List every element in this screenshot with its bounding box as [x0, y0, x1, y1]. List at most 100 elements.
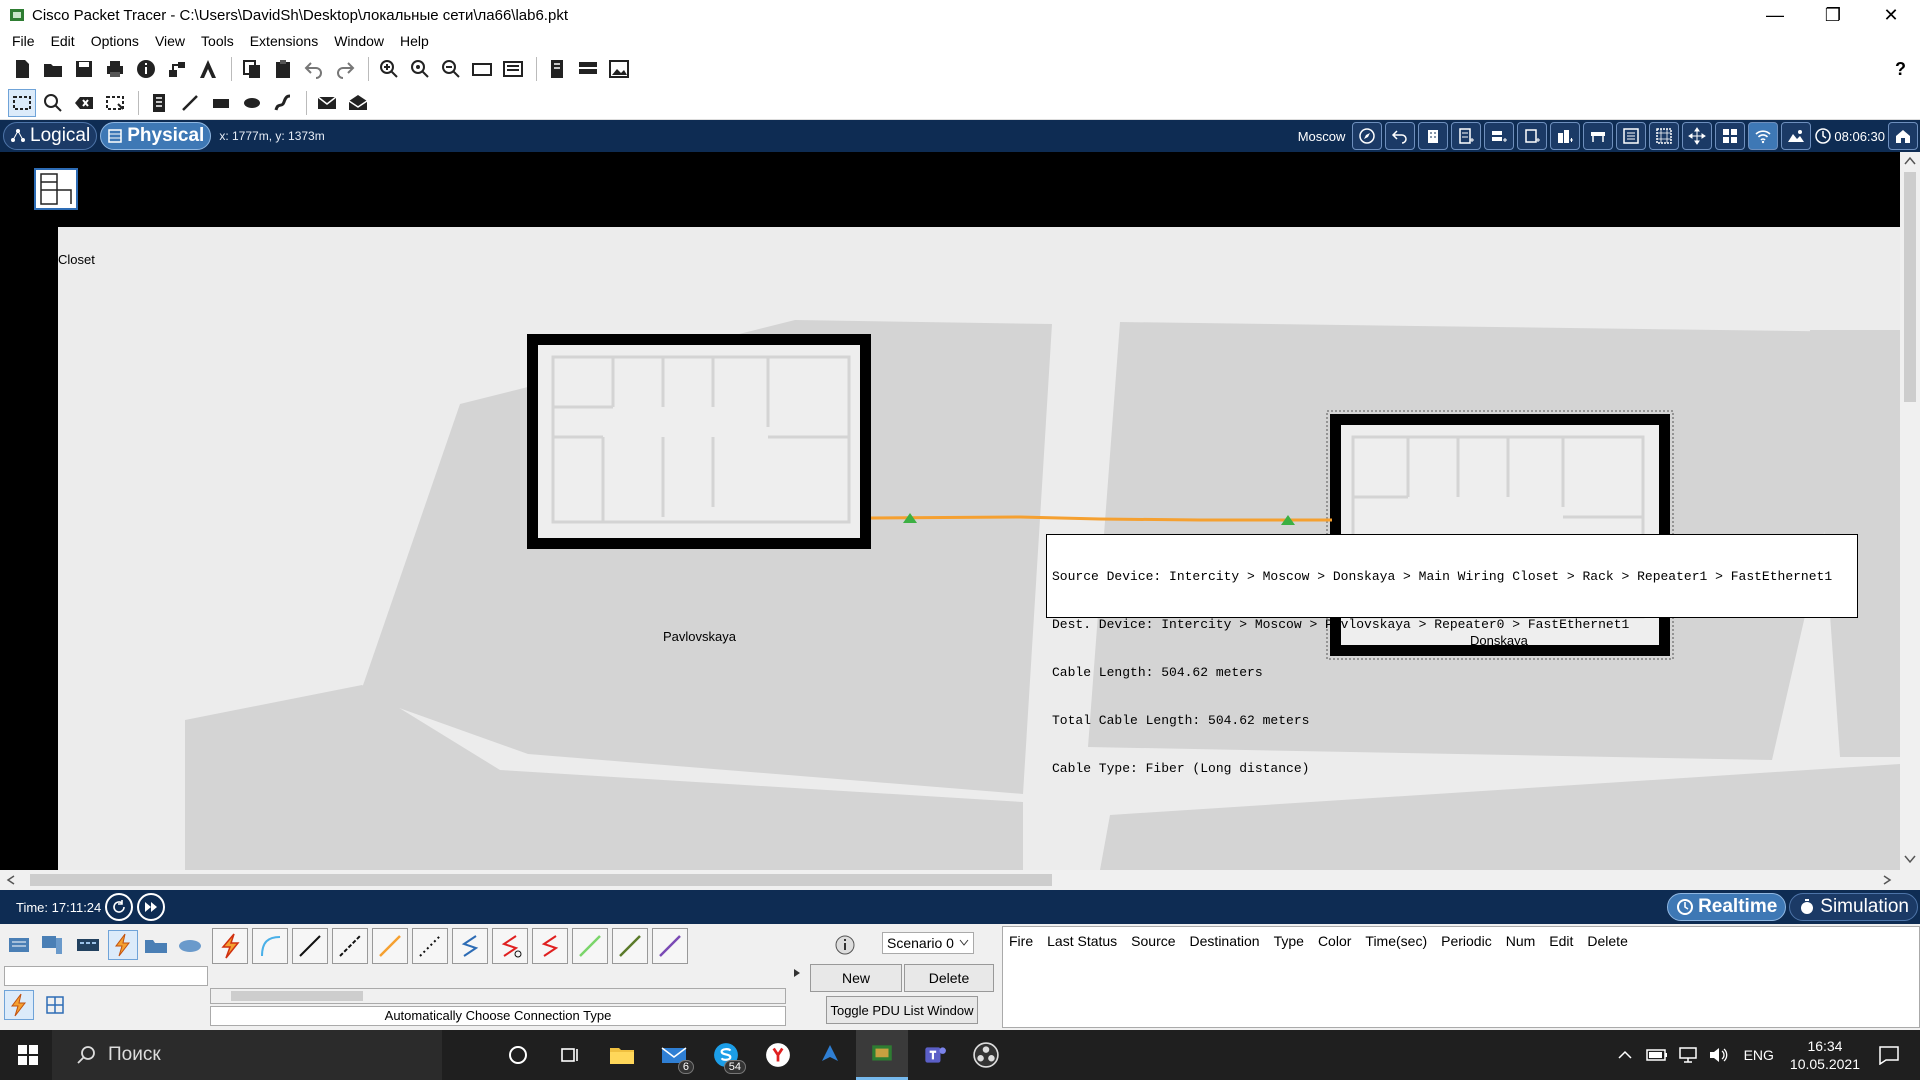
- undo-icon[interactable]: [300, 55, 328, 83]
- input-language[interactable]: ENG: [1744, 1047, 1774, 1063]
- cortana-icon[interactable]: [492, 1030, 544, 1080]
- menu-tools[interactable]: Tools: [193, 33, 242, 49]
- toggle-pdu-list-button[interactable]: Toggle PDU List Window: [826, 996, 978, 1024]
- octal-cable-button[interactable]: [572, 928, 608, 964]
- new-table-icon[interactable]: [1583, 122, 1614, 150]
- task-view-icon[interactable]: [544, 1030, 596, 1080]
- scroll-left-icon[interactable]: [6, 875, 16, 885]
- horizontal-scrollbar[interactable]: [0, 870, 1900, 890]
- file-explorer-icon[interactable]: [596, 1030, 648, 1080]
- minimize-button[interactable]: —: [1746, 0, 1804, 30]
- notification-center-icon[interactable]: [1878, 1045, 1900, 1065]
- new-generic-container-icon[interactable]: [1517, 122, 1548, 150]
- zoom-out-icon[interactable]: [437, 55, 465, 83]
- place-note-icon[interactable]: [145, 89, 173, 117]
- new-file-icon[interactable]: [8, 55, 36, 83]
- simulation-mode-button[interactable]: Simulation: [1789, 893, 1918, 921]
- new-building-icon[interactable]: [1418, 122, 1449, 150]
- coaxial-cable-button[interactable]: [452, 928, 488, 964]
- open-folder-icon[interactable]: [39, 55, 67, 83]
- menu-options[interactable]: Options: [83, 33, 147, 49]
- power-cycle-devices-button[interactable]: [105, 893, 134, 921]
- new-closet-icon[interactable]: [1484, 122, 1515, 150]
- delete-tool-icon[interactable]: [70, 89, 98, 117]
- move-icon[interactable]: [1682, 122, 1713, 150]
- phone-cable-button[interactable]: [412, 928, 448, 964]
- scenario-select[interactable]: Scenario 0: [882, 932, 974, 954]
- scroll-right-icon[interactable]: [1882, 875, 1892, 885]
- iot-custom-cable-button[interactable]: [612, 928, 648, 964]
- obs-icon[interactable]: [960, 1030, 1012, 1080]
- tab-logical[interactable]: Logical: [3, 122, 98, 150]
- viewport-icon[interactable]: [543, 55, 571, 83]
- menu-edit[interactable]: Edit: [43, 33, 83, 49]
- automatic-connection-button[interactable]: [212, 928, 248, 964]
- inspect-tool-icon[interactable]: [39, 89, 67, 117]
- fast-forward-button[interactable]: [137, 893, 166, 921]
- background-image-icon[interactable]: [1781, 122, 1812, 150]
- tile-view-icon[interactable]: [1715, 122, 1746, 150]
- home-icon[interactable]: [1888, 122, 1918, 150]
- delete-scenario-button[interactable]: Delete: [904, 964, 994, 992]
- structured-cabling-subcategory-icon[interactable]: [44, 994, 66, 1016]
- copper-cross-over-button[interactable]: [332, 928, 368, 964]
- cable-list-scrollbar-thumb[interactable]: [231, 991, 363, 1001]
- tab-physical[interactable]: Physical: [100, 122, 212, 150]
- print-icon[interactable]: [101, 55, 129, 83]
- cable-list-scrollbar[interactable]: [210, 988, 786, 1004]
- scroll-down-icon[interactable]: [1904, 854, 1916, 864]
- taskbar-clock[interactable]: 16:34 10.05.2021: [1790, 1037, 1860, 1073]
- components-category-icon[interactable]: [74, 932, 102, 958]
- end-devices-category-icon[interactable]: [38, 932, 66, 958]
- copy-icon[interactable]: [238, 55, 266, 83]
- grid-icon[interactable]: [1649, 122, 1680, 150]
- collapse-arrow-icon[interactable]: [792, 968, 802, 978]
- draw-rectangle-icon[interactable]: [207, 89, 235, 117]
- wireless-icon[interactable]: [1748, 122, 1779, 150]
- network-icon[interactable]: [1678, 1046, 1698, 1064]
- drawing-palette-icon[interactable]: [468, 55, 496, 83]
- usb-cable-button[interactable]: [652, 928, 688, 964]
- add-simple-pdu-icon[interactable]: [313, 89, 341, 117]
- building-pavlovskaya[interactable]: [527, 334, 871, 549]
- scenario-info-icon[interactable]: [834, 934, 856, 956]
- connections-category-icon[interactable]: [108, 930, 138, 960]
- custom-devices-icon[interactable]: [499, 55, 527, 83]
- zoom-reset-icon[interactable]: [406, 55, 434, 83]
- freeform-icon[interactable]: [269, 89, 297, 117]
- list-view-icon[interactable]: [1616, 122, 1647, 150]
- tray-chevron-up-icon[interactable]: [1618, 1050, 1632, 1060]
- miscellaneous-category-icon[interactable]: [142, 932, 170, 958]
- menu-file[interactable]: File: [4, 33, 43, 49]
- packet-tracer-taskbar-icon[interactable]: [856, 1030, 908, 1080]
- menu-window[interactable]: Window: [326, 33, 392, 49]
- redo-icon[interactable]: [331, 55, 359, 83]
- scroll-up-icon[interactable]: [1904, 156, 1916, 166]
- network-wizard-icon[interactable]: [163, 55, 191, 83]
- activity-wizard-icon[interactable]: [194, 55, 222, 83]
- vertical-scrollbar-thumb[interactable]: [1904, 172, 1916, 402]
- zoom-in-icon[interactable]: [375, 55, 403, 83]
- close-button[interactable]: ✕: [1862, 0, 1920, 30]
- connections-subcategory-icon[interactable]: [4, 990, 34, 1020]
- serial-dte-button[interactable]: [532, 928, 568, 964]
- device-dialog-icon[interactable]: [574, 55, 602, 83]
- serial-dce-button[interactable]: [492, 928, 528, 964]
- new-city-icon[interactable]: [1550, 122, 1581, 150]
- back-icon[interactable]: [1385, 122, 1416, 150]
- navigation-compass-icon[interactable]: [1352, 122, 1383, 150]
- windows-start-icon[interactable]: [18, 1045, 38, 1065]
- multiuser-category-icon[interactable]: [176, 932, 204, 958]
- new-scenario-button[interactable]: New: [810, 964, 902, 992]
- volume-icon[interactable]: [1708, 1046, 1728, 1064]
- taskbar-search-box[interactable]: Поиск: [52, 1030, 442, 1080]
- save-icon[interactable]: [70, 55, 98, 83]
- yandex-browser-icon[interactable]: [752, 1030, 804, 1080]
- image-icon[interactable]: [605, 55, 633, 83]
- skype-icon[interactable]: 54: [700, 1030, 752, 1080]
- paste-icon[interactable]: [269, 55, 297, 83]
- menu-view[interactable]: View: [147, 33, 193, 49]
- help-button[interactable]: ?: [1895, 59, 1906, 80]
- battery-icon[interactable]: [1645, 1048, 1668, 1062]
- resize-shape-icon[interactable]: [101, 89, 129, 117]
